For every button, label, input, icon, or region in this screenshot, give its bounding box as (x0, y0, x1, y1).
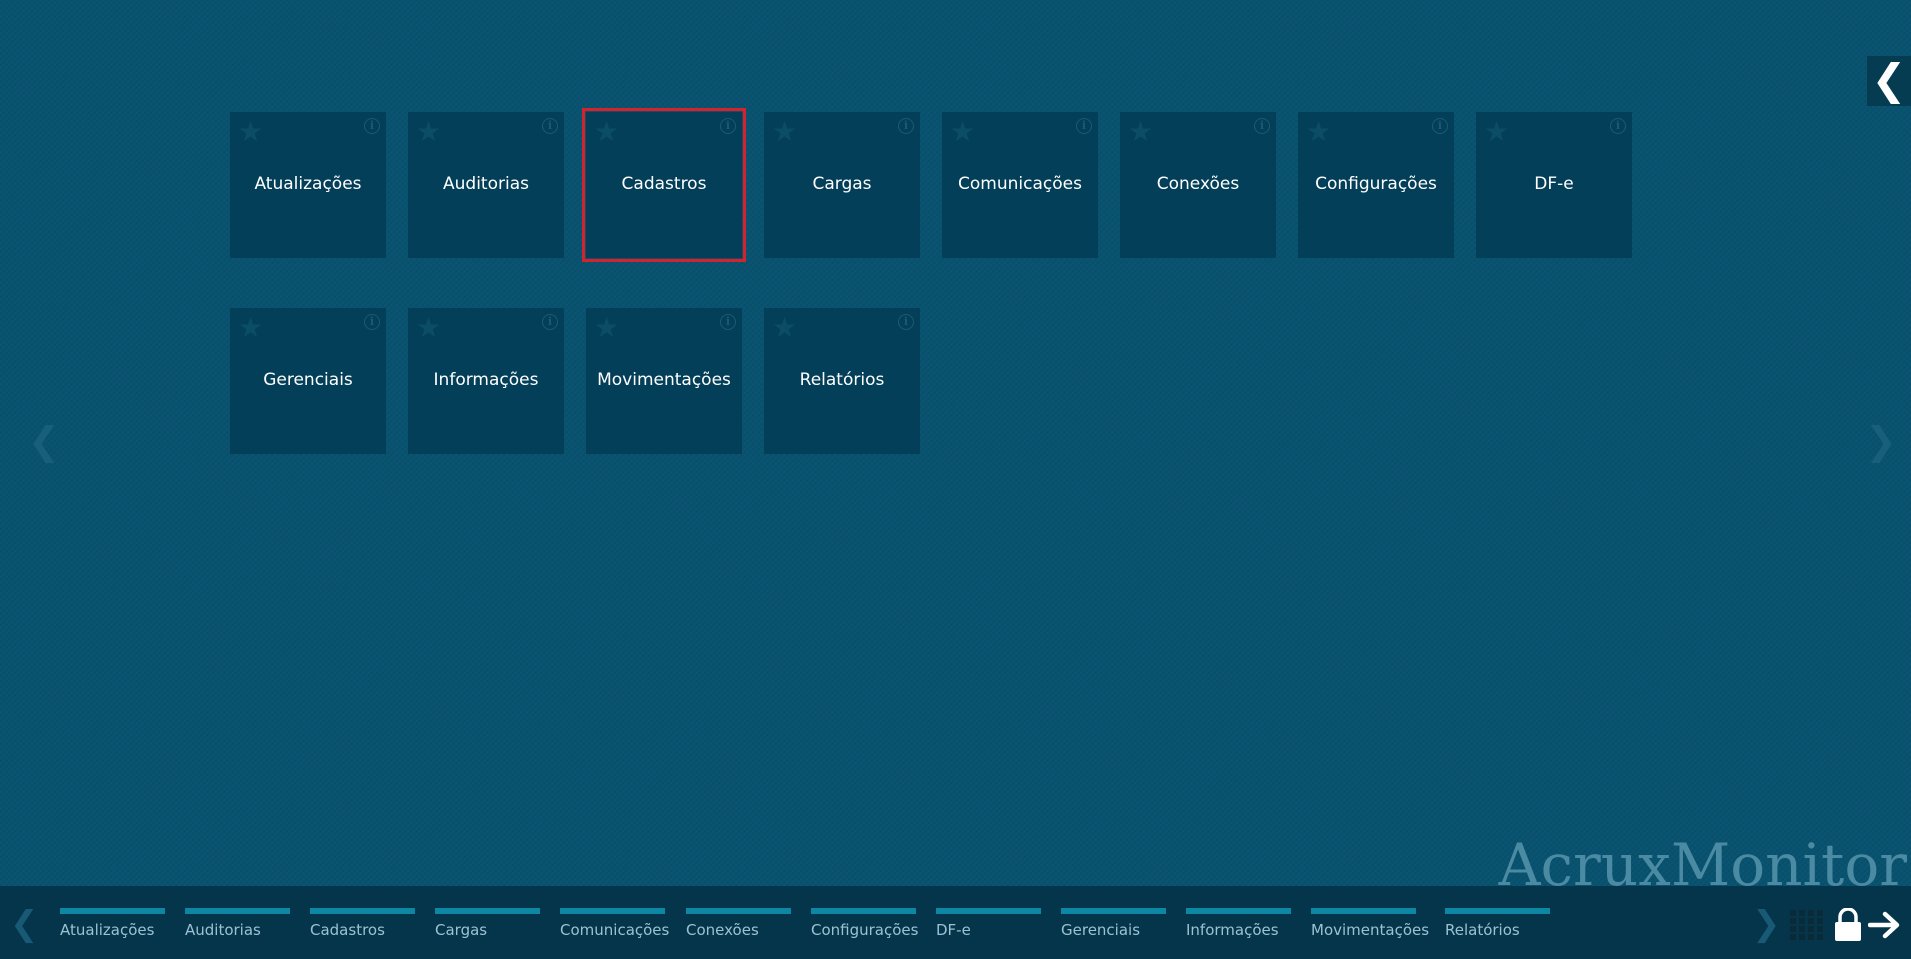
tile-label: Cargas (812, 174, 872, 194)
tile-movimentacoes[interactable]: ★ i Movimentações (586, 308, 742, 454)
group-link-movimentacoes[interactable]: Movimentações (1311, 908, 1430, 948)
group-label: Cadastros (310, 921, 385, 939)
group-link-conexoes[interactable]: Conexões (686, 908, 791, 948)
group-label: Atualizações (60, 921, 155, 939)
favorite-star-icon[interactable]: ★ (594, 116, 619, 148)
favorite-star-icon[interactable]: ★ (1484, 116, 1509, 148)
group-bar (560, 908, 665, 914)
group-bar (310, 908, 415, 914)
tile-informacoes[interactable]: ★ i Informações (408, 308, 564, 454)
info-icon[interactable]: i (1610, 118, 1626, 134)
group-label: DF-e (936, 921, 971, 939)
grid-icon[interactable] (1790, 910, 1824, 946)
tile-atualizacoes[interactable]: ★ i Atualizações (230, 112, 386, 258)
tile-label: Atualizações (254, 174, 362, 194)
tile-auditorias[interactable]: ★ i Auditorias (408, 112, 564, 258)
tile-label: Configurações (1315, 174, 1437, 194)
favorite-star-icon[interactable]: ★ (416, 312, 441, 344)
tile-cadastros[interactable]: ★ i Cadastros (582, 108, 746, 262)
group-label: Gerenciais (1061, 921, 1141, 939)
group-bar (60, 908, 165, 914)
tile-cargas[interactable]: ★ i Cargas (764, 112, 920, 258)
group-link-gerenciais[interactable]: Gerenciais (1061, 908, 1166, 948)
favorite-star-icon[interactable]: ★ (238, 312, 263, 344)
info-icon[interactable]: i (720, 314, 736, 330)
info-icon[interactable]: i (364, 118, 380, 134)
group-label: Relatórios (1445, 921, 1520, 939)
group-bar (1311, 908, 1416, 914)
group-link-df-e[interactable]: DF-e (936, 908, 1041, 948)
tile-relatorios[interactable]: ★ i Relatórios (764, 308, 920, 454)
group-link-auditorias[interactable]: Auditorias (185, 908, 290, 948)
tile-label: Comunicações (958, 174, 1082, 194)
group-bar (435, 908, 540, 914)
favorite-star-icon[interactable]: ★ (238, 116, 263, 148)
group-label: Comunicações (560, 921, 670, 939)
info-icon[interactable]: i (542, 118, 558, 134)
favorite-star-icon[interactable]: ★ (950, 116, 975, 148)
info-icon[interactable]: i (364, 314, 380, 330)
group-link-comunicacoes[interactable]: Comunicações (560, 908, 670, 948)
tile-label: Gerenciais (263, 370, 353, 390)
tile-label: DF-e (1534, 174, 1574, 194)
group-label: Cargas (435, 921, 488, 939)
group-link-informacoes[interactable]: Informações (1186, 908, 1291, 948)
tile-conexoes[interactable]: ★ i Conexões (1120, 112, 1276, 258)
group-bar (1061, 908, 1166, 914)
favorite-star-icon[interactable]: ★ (772, 116, 797, 148)
info-icon[interactable]: i (1076, 118, 1092, 134)
info-icon[interactable]: i (720, 118, 736, 134)
group-label: Configurações (811, 921, 919, 939)
prev-page-arrow-icon[interactable]: ❮ (28, 418, 60, 464)
group-label: Conexões (686, 921, 759, 939)
info-icon[interactable]: i (898, 118, 914, 134)
tile-label: Movimentações (597, 370, 731, 390)
group-label: Informações (1186, 921, 1279, 939)
next-page-arrow-icon[interactable]: ❯ (1865, 418, 1897, 464)
info-icon[interactable]: i (1432, 118, 1448, 134)
group-link-atualizacoes[interactable]: Atualizações (60, 908, 165, 948)
bottom-navigation-bar: ❮ Atualizações Auditorias Cadastros Carg… (0, 886, 1911, 959)
chevron-left-icon: ❮ (1871, 55, 1907, 104)
tile-gerenciais[interactable]: ★ i Gerenciais (230, 308, 386, 454)
group-label: Auditorias (185, 921, 261, 939)
favorite-star-icon[interactable]: ★ (594, 312, 619, 344)
info-icon[interactable]: i (898, 314, 914, 330)
favorite-star-icon[interactable]: ★ (1128, 116, 1153, 148)
group-bar (1445, 908, 1550, 914)
collapse-panel-button[interactable]: ❮ (1867, 56, 1911, 106)
bottom-prev-arrow-icon[interactable]: ❮ (10, 904, 39, 944)
bottom-next-arrow-icon[interactable]: ❯ (1752, 904, 1781, 944)
info-icon[interactable]: i (1254, 118, 1270, 134)
tile-label: Informações (433, 370, 539, 390)
tile-label: Conexões (1156, 174, 1240, 194)
tile-label: Relatórios (799, 370, 885, 390)
group-bar (936, 908, 1041, 914)
tile-df-e[interactable]: ★ i DF-e (1476, 112, 1632, 258)
lock-icon[interactable] (1834, 907, 1862, 946)
tile-configuracoes[interactable]: ★ i Configurações (1298, 112, 1454, 258)
tile-label: Auditorias (443, 174, 529, 194)
arrow-right-icon[interactable] (1867, 910, 1902, 944)
group-link-configuracoes[interactable]: Configurações (811, 908, 919, 948)
group-bar (686, 908, 791, 914)
group-label: Movimentações (1311, 921, 1430, 939)
tile-label: Cadastros (621, 174, 707, 194)
favorite-star-icon[interactable]: ★ (416, 116, 441, 148)
tile-comunicacoes[interactable]: ★ i Comunicações (942, 112, 1098, 258)
group-bar (185, 908, 290, 914)
group-bar (811, 908, 916, 914)
favorite-star-icon[interactable]: ★ (772, 312, 797, 344)
info-icon[interactable]: i (542, 314, 558, 330)
group-link-relatorios[interactable]: Relatórios (1445, 908, 1550, 948)
group-bar (1186, 908, 1291, 914)
group-link-cargas[interactable]: Cargas (435, 908, 540, 948)
group-link-cadastros[interactable]: Cadastros (310, 908, 415, 948)
favorite-star-icon[interactable]: ★ (1306, 116, 1331, 148)
